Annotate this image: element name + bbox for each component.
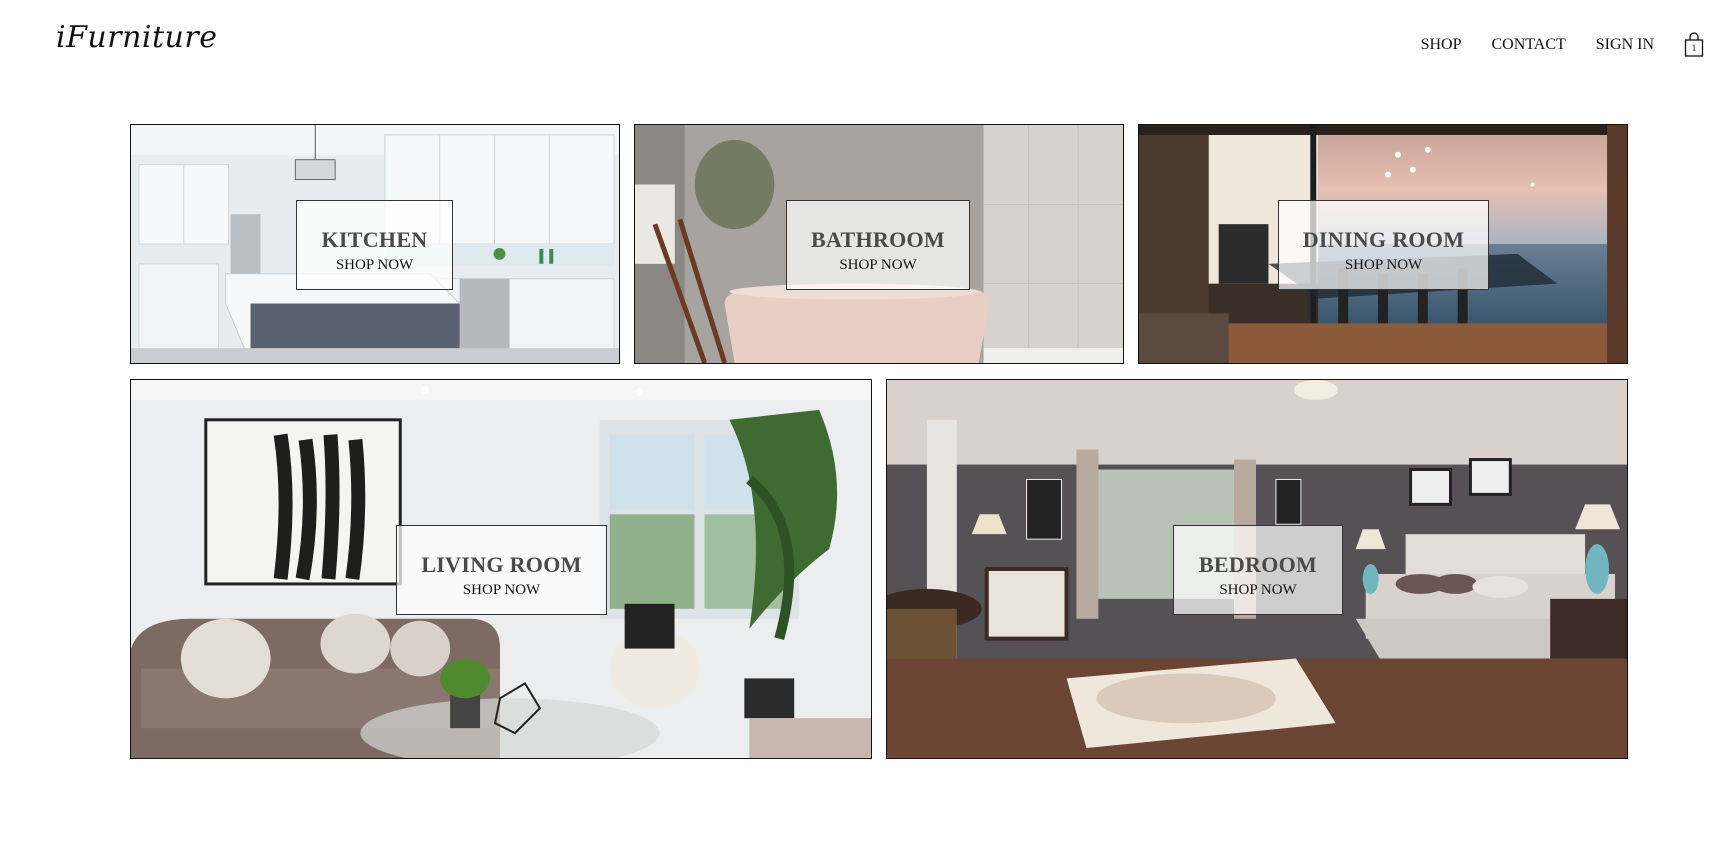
category-tile-bedroom[interactable]: BEDROOM SHOP NOW [886,379,1628,759]
category-tile-bathroom[interactable]: BATHROOM SHOP NOW [634,124,1124,364]
nav-sign-in-link[interactable]: SIGN IN [1596,36,1654,54]
bathroom-label[interactable]: BATHROOM SHOP NOW [786,200,970,290]
category-tile-dining-room[interactable]: DINING ROOM SHOP NOW [1138,124,1628,364]
site-header: iFurniture SHOP CONTACT SIGN IN 1 [0,0,1732,90]
shop-now-link[interactable]: SHOP NOW [397,582,606,599]
shop-now-link[interactable]: SHOP NOW [1174,582,1342,599]
category-title: BEDROOM [1198,552,1318,577]
category-title: KITCHEN [321,227,428,252]
category-tile-kitchen[interactable]: KITCHEN SHOP NOW [130,124,620,364]
nav-contact-link[interactable]: CONTACT [1492,36,1566,54]
bedroom-label[interactable]: BEDROOM SHOP NOW [1173,525,1343,615]
shop-now-link[interactable]: SHOP NOW [787,257,969,274]
cart-count: 1 [1691,43,1697,53]
living-room-label[interactable]: LIVING ROOM SHOP NOW [396,525,607,615]
dining-room-label[interactable]: DINING ROOM SHOP NOW [1278,200,1489,290]
cart-button[interactable]: 1 [1684,32,1704,58]
shop-now-link[interactable]: SHOP NOW [297,257,452,274]
category-title: LIVING ROOM [421,552,582,577]
site-logo[interactable]: iFurniture [56,20,217,55]
main-nav: SHOP CONTACT SIGN IN 1 [1421,32,1704,58]
category-title: BATHROOM [811,227,945,252]
nav-shop-link[interactable]: SHOP [1421,36,1462,54]
category-tile-living-room[interactable]: LIVING ROOM SHOP NOW [130,379,872,759]
category-title: DINING ROOM [1302,227,1465,252]
shop-now-link[interactable]: SHOP NOW [1279,257,1488,274]
kitchen-label[interactable]: KITCHEN SHOP NOW [296,200,453,290]
